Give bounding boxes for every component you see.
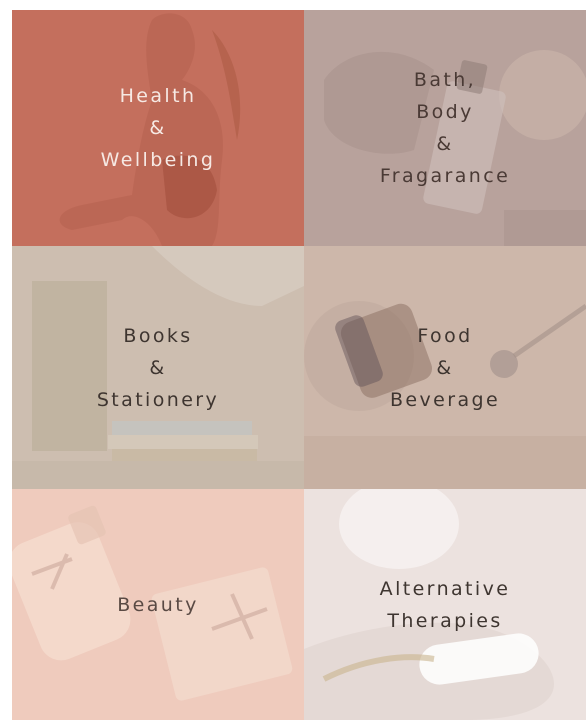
category-label-alternative-therapies: Alternative Therapies — [380, 573, 511, 637]
label-line: Therapies — [387, 609, 503, 632]
category-label-books-stationery: Books & Stationery — [97, 320, 219, 416]
category-tile-food-beverage[interactable]: Food & Beverage — [304, 246, 586, 489]
label-line: Stationery — [96, 388, 220, 411]
label-line: Books — [123, 324, 193, 347]
category-label-beauty: Beauty — [117, 589, 199, 621]
label-line: Alternative — [379, 577, 511, 600]
category-tile-health-wellbeing[interactable]: Health & Wellbeing — [12, 10, 304, 246]
label-line: Beverage — [389, 388, 501, 411]
label-line: Food — [417, 324, 473, 347]
label-line: Beauty — [117, 593, 199, 616]
label-line: & — [149, 356, 167, 379]
category-tile-bath-body-fragrance[interactable]: Bath, Body & Fragarance — [304, 10, 586, 246]
label-line: Body — [416, 101, 474, 123]
label-line: Wellbeing — [100, 149, 216, 171]
category-grid: Health & Wellbeing Bath, Body & Fragaran… — [12, 10, 586, 720]
category-tile-books-stationery[interactable]: Books & Stationery — [12, 246, 304, 489]
label-line: & — [436, 356, 454, 379]
label-line: Health — [119, 85, 197, 107]
label-line: Fragarance — [379, 165, 511, 187]
label-line: & — [436, 133, 454, 155]
category-tile-alternative-therapies[interactable]: Alternative Therapies — [304, 489, 586, 720]
category-label-health-wellbeing: Health & Wellbeing — [101, 80, 216, 176]
label-line: & — [149, 117, 167, 139]
label-line: Bath, — [413, 69, 477, 91]
category-tile-beauty[interactable]: Beauty — [12, 489, 304, 720]
category-label-bath-body-fragrance: Bath, Body & Fragarance — [380, 64, 510, 192]
category-label-food-beverage: Food & Beverage — [390, 320, 500, 416]
